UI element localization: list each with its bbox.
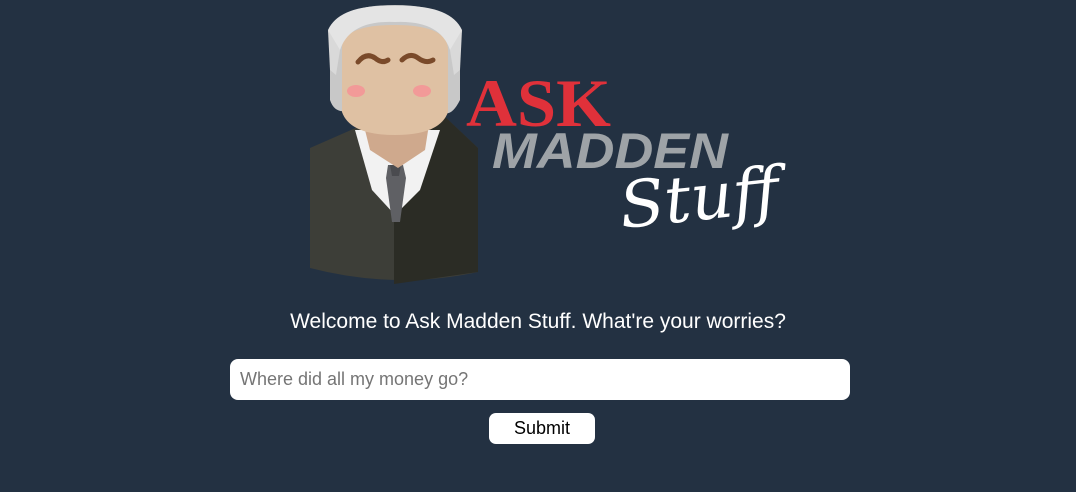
submit-button[interactable]: Submit [489,413,595,444]
question-input[interactable] [230,359,850,400]
page: ASK MADDEN Stuff Welcome to Ask Madden S… [0,0,1076,492]
ask-madden-stuff-logo: ASK MADDEN Stuff [310,5,793,284]
madden-avatar-illustration [310,5,478,284]
welcome-heading: Welcome to Ask Madden Stuff. What're you… [290,310,786,333]
